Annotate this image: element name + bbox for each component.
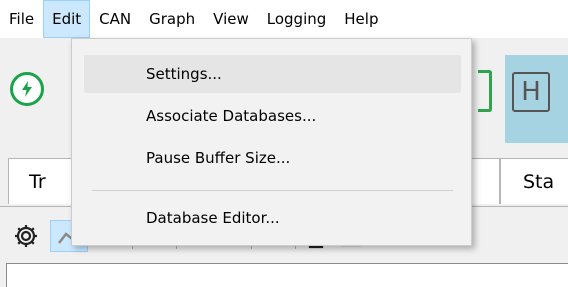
content-panel: [6, 263, 568, 287]
connect-button-edge[interactable]: [478, 70, 492, 112]
menu-item-database-editor[interactable]: Database Editor...: [84, 199, 461, 237]
menu-edit[interactable]: Edit: [43, 0, 91, 38]
h-button[interactable]: H: [512, 72, 550, 112]
lightning-bolt-icon[interactable]: [10, 72, 44, 106]
menu-item-settings[interactable]: Settings...: [84, 55, 461, 93]
tab-statistics[interactable]: Sta: [500, 158, 568, 204]
menu-help[interactable]: Help: [335, 0, 387, 38]
menu-file[interactable]: File: [0, 0, 43, 38]
menu-can[interactable]: CAN: [90, 0, 140, 38]
menu-separator: [92, 190, 453, 191]
gear-icon[interactable]: [10, 220, 42, 252]
menu-view[interactable]: View: [204, 0, 258, 38]
menu-item-associate-databases[interactable]: Associate Databases...: [84, 97, 461, 135]
edit-menu-dropdown: Settings... Associate Databases... Pause…: [71, 38, 472, 246]
menu-bar: File Edit CAN Graph View Logging Help: [0, 0, 568, 38]
menu-graph[interactable]: Graph: [140, 0, 204, 38]
menu-logging[interactable]: Logging: [258, 0, 336, 38]
menu-item-pause-buffer-size[interactable]: Pause Buffer Size...: [84, 139, 461, 177]
